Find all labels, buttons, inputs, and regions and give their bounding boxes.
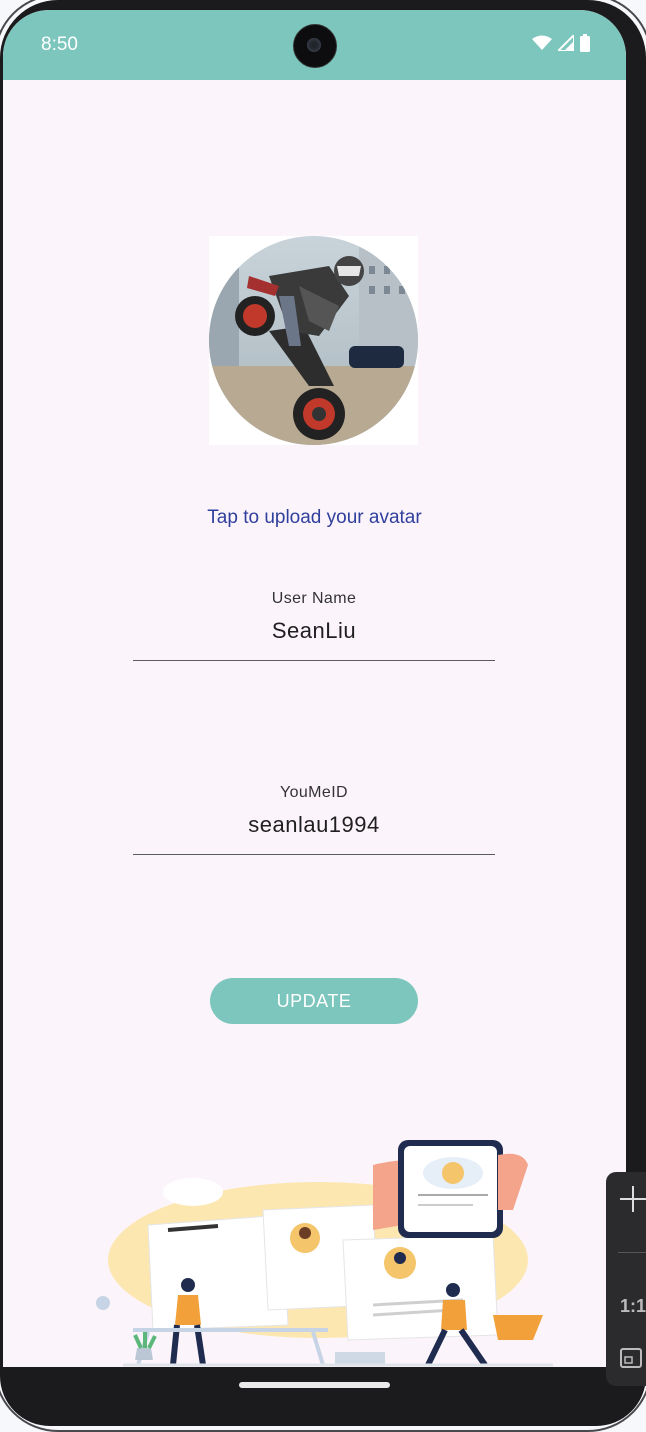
username-label: User Name: [271, 590, 357, 607]
emulator-side-panel: 1:1: [606, 1172, 646, 1386]
phone-frame: 8:50 Tap to upload your avatar User Name…: [0, 0, 646, 1432]
profile-illustration: [73, 1120, 563, 1367]
battery-icon: [580, 34, 590, 57]
panel-divider: [618, 1252, 646, 1253]
status-icons: [532, 32, 590, 57]
status-time: 8:50: [41, 34, 78, 55]
camera-cutout: [293, 24, 337, 68]
home-indicator[interactable]: [239, 1382, 390, 1388]
zoom-in-icon[interactable]: [618, 1184, 646, 1214]
app-screen: 8:50 Tap to upload your avatar User Name…: [3, 10, 626, 1367]
username-underline: [133, 660, 495, 661]
youmeid-field[interactable]: YouMeID seanlau1994: [133, 784, 495, 855]
avatar-image[interactable]: [209, 236, 418, 445]
youmeid-input[interactable]: seanlau1994: [133, 812, 495, 838]
aspect-ratio-button[interactable]: 1:1: [620, 1296, 646, 1317]
update-button[interactable]: UPDATE: [210, 978, 418, 1024]
username-input[interactable]: SeanLiu: [133, 618, 495, 644]
avatar-upload[interactable]: [209, 236, 418, 445]
youmeid-label: YouMeID: [279, 784, 349, 801]
fit-screen-icon[interactable]: [620, 1348, 642, 1368]
youmeid-underline: [133, 854, 495, 855]
upload-avatar-hint[interactable]: Tap to upload your avatar: [3, 507, 626, 529]
wifi-icon: [532, 35, 552, 56]
username-field[interactable]: User Name SeanLiu: [133, 590, 495, 661]
signal-icon: [555, 32, 575, 56]
status-bar: 8:50: [3, 10, 626, 80]
